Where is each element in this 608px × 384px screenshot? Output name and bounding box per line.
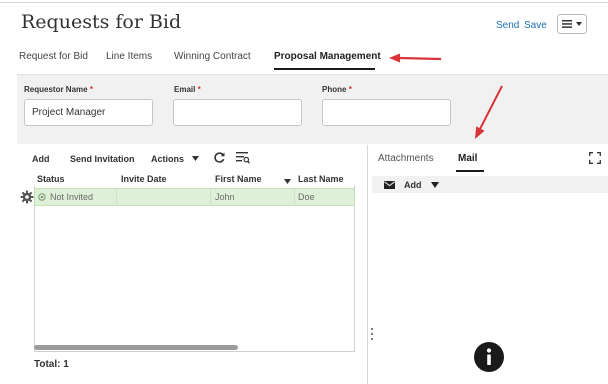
top-border xyxy=(0,2,608,3)
add-invitee-button[interactable]: Add xyxy=(32,154,50,164)
send-invitation-button[interactable]: Send Invitation xyxy=(70,154,135,164)
column-divider xyxy=(294,188,295,206)
email-label: Email * xyxy=(174,85,201,94)
total-count: Total: 1 xyxy=(34,359,69,370)
column-header-last-name[interactable]: Last Name xyxy=(298,174,344,184)
column-header-invite-date[interactable]: Invite Date xyxy=(121,174,167,184)
tab-request-for-bid[interactable]: Request for Bid xyxy=(19,51,88,62)
tab-line-items[interactable]: Line Items xyxy=(106,51,152,62)
phone-field[interactable] xyxy=(322,99,451,126)
phone-label: Phone * xyxy=(322,85,352,94)
expand-icon[interactable] xyxy=(589,152,601,164)
gear-icon[interactable] xyxy=(20,190,34,204)
horizontal-scrollbar[interactable] xyxy=(34,345,238,350)
info-icon[interactable] xyxy=(474,342,504,372)
save-link[interactable]: Save xyxy=(524,20,547,31)
actions-menu[interactable]: Actions xyxy=(151,154,199,164)
status-circle-icon xyxy=(38,193,46,201)
email-field[interactable] xyxy=(173,99,302,126)
query-by-example-icon[interactable] xyxy=(236,151,250,164)
column-header-first-name[interactable]: First Name xyxy=(215,174,262,184)
annotation-arrow xyxy=(389,53,442,63)
chevron-down-icon[interactable] xyxy=(431,182,439,188)
tab-proposal-management[interactable]: Proposal Management xyxy=(274,51,381,62)
page-title: Requests for Bid xyxy=(21,11,182,33)
active-tab-indicator xyxy=(274,68,375,70)
tab-attachments[interactable]: Attachments xyxy=(378,153,434,164)
send-link[interactable]: Send xyxy=(496,20,519,31)
chevron-down-icon xyxy=(576,22,582,26)
mail-add-button[interactable]: Add xyxy=(404,180,422,190)
sort-descending-icon[interactable] xyxy=(284,179,291,184)
cell-first-name: John xyxy=(215,192,235,202)
active-side-tab-indicator xyxy=(456,170,484,172)
menu-icon xyxy=(562,20,572,28)
requestor-name-field[interactable]: Project Manager xyxy=(24,99,153,126)
column-header-status[interactable]: Status xyxy=(37,174,65,184)
cell-status: Not Invited xyxy=(50,192,94,202)
menu-button[interactable] xyxy=(557,14,587,34)
tab-mail[interactable]: Mail xyxy=(458,153,477,164)
actions-label: Actions xyxy=(151,154,185,164)
panel-divider xyxy=(367,145,368,384)
requestor-name-label: Requestor Name * xyxy=(24,85,93,94)
column-divider xyxy=(210,188,211,206)
chevron-down-icon xyxy=(191,156,199,161)
column-divider xyxy=(116,188,117,206)
invitees-table xyxy=(34,186,355,352)
splitter-handle[interactable] xyxy=(370,328,373,340)
tab-winning-contract[interactable]: Winning Contract xyxy=(174,51,251,62)
cell-last-name: Doe xyxy=(298,192,315,202)
refresh-icon[interactable] xyxy=(213,151,226,164)
envelope-icon xyxy=(384,181,395,189)
